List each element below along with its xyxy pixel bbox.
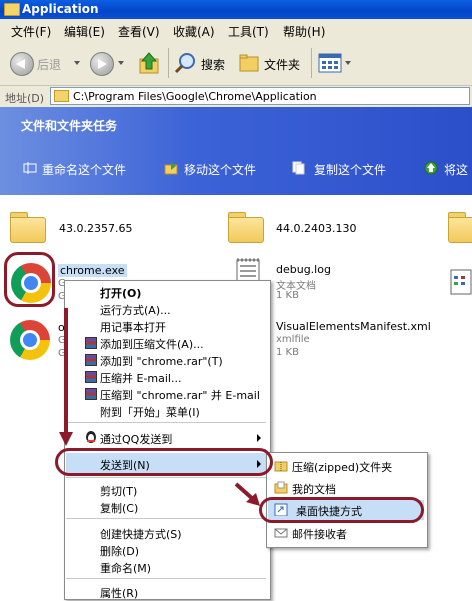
menu-item-pin-start[interactable]: 附到「开始」菜单(I) [100, 404, 200, 420]
rename-icon [23, 162, 37, 174]
file-name[interactable]: debug.log [276, 263, 331, 276]
toolbar: 后退 搜索 文件夹 [0, 42, 472, 86]
winrar-icon [85, 337, 97, 349]
file-icon[interactable] [448, 268, 472, 296]
folder-icon[interactable] [10, 212, 46, 243]
copy-file-icon [292, 161, 305, 175]
menu-item-cut[interactable]: 剪切(T) [100, 483, 137, 499]
winrar-icon [85, 371, 97, 383]
up-folder-icon[interactable] [138, 51, 160, 75]
menu-edit[interactable]: 编辑(E) [64, 23, 105, 40]
zip-folder-icon [274, 461, 288, 472]
task-publish[interactable]: 将这 [444, 161, 468, 178]
file-name[interactable]: chrome.exe [58, 264, 127, 277]
menu-item-add-rar[interactable]: 添加到 "chrome.rar"(T) [100, 353, 223, 369]
menu-item-rename[interactable]: 重命名(M) [100, 560, 151, 576]
menu-item-compress-rar-email[interactable]: 压缩到 "chrome.rar" 并 E-mail [100, 387, 260, 403]
menu-item-run-as[interactable]: 运行方式(A)... [100, 302, 171, 318]
views-icon[interactable] [318, 52, 342, 74]
menu-help[interactable]: 帮助(H) [283, 23, 325, 40]
address-label: 地址(D) [5, 92, 45, 105]
winrar-icon [85, 354, 97, 366]
folder-icon[interactable] [228, 212, 264, 243]
menu-item-add-archive[interactable]: 添加到压缩文件(A)... [100, 336, 204, 352]
task-pane: 文件和文件夹任务 [0, 107, 472, 195]
folder-icon [54, 90, 69, 102]
file-type: xmlfile [276, 334, 310, 345]
submenu-item-zip[interactable]: 压缩(zipped)文件夹 [292, 459, 392, 475]
menu-tools[interactable]: 工具(T) [228, 23, 269, 40]
folders-button-label[interactable]: 文件夹 [264, 56, 300, 73]
submenu-item-my-documents[interactable]: 我的文档 [292, 481, 336, 497]
annotation-highlight [55, 448, 273, 476]
move-file-icon [164, 162, 178, 175]
title-bar: Application [0, 0, 472, 19]
menu-item-properties[interactable]: 属性(R) [100, 585, 138, 601]
menu-item-send-qq[interactable]: 通过QQ发送到 [100, 431, 172, 447]
search-icon[interactable] [174, 52, 198, 74]
qq-penguin-icon [86, 431, 96, 443]
menu-file[interactable]: 文件(F) [11, 23, 51, 40]
annotation-highlight [259, 497, 424, 523]
menu-item-create-shortcut[interactable]: 创建快捷方式(S) [100, 526, 182, 542]
folder-icon [4, 3, 20, 16]
back-button-label[interactable]: 后退 [37, 56, 61, 73]
folder-icon[interactable] [448, 212, 472, 243]
chevron-down-icon[interactable] [118, 61, 124, 65]
chevron-down-icon[interactable] [345, 61, 351, 65]
folder-name[interactable]: 43.0.2357.65 [59, 222, 132, 235]
annotation-highlight [4, 252, 55, 307]
my-documents-icon [274, 481, 288, 494]
menu-bar: 文件(F) 编辑(E) 查看(V) 收藏(A) 工具(T) 帮助(H) [0, 19, 472, 43]
task-move[interactable]: 移动这个文件 [184, 161, 256, 178]
chevron-down-icon[interactable] [74, 61, 80, 65]
address-value: C:\Program Files\Google\Chrome\Applicati… [73, 90, 317, 103]
chrome-icon[interactable] [10, 320, 50, 360]
menu-item-copy[interactable]: 复制(C) [100, 500, 138, 516]
menu-item-compress-email[interactable]: 压缩并 E-mail... [100, 370, 181, 386]
address-input[interactable]: C:\Program Files\Google\Chrome\Applicati… [50, 87, 470, 105]
window-title: Application [22, 2, 99, 16]
task-rename[interactable]: 重命名这个文件 [42, 161, 126, 178]
file-size: 1 KB [276, 290, 299, 301]
publish-icon [424, 161, 438, 175]
task-copy[interactable]: 复制这个文件 [314, 161, 386, 178]
submenu-item-mail-recipient[interactable]: 邮件接收者 [292, 526, 347, 542]
menu-item-open[interactable]: 打开(O) [100, 285, 141, 301]
back-arrow-icon[interactable] [10, 52, 34, 76]
chevron-right-icon [257, 434, 261, 442]
menu-item-open-notepad[interactable]: 用记事本打开 [100, 319, 166, 335]
menu-item-delete[interactable]: 删除(D) [100, 543, 139, 559]
file-name[interactable]: VisualElementsManifest.xml [276, 320, 431, 333]
menu-favorites[interactable]: 收藏(A) [173, 23, 215, 40]
folders-icon[interactable] [238, 52, 260, 74]
mail-icon [274, 528, 288, 538]
menu-view[interactable]: 查看(V) [118, 23, 160, 40]
file-size: 1 KB [276, 347, 299, 358]
task-pane-header: 文件和文件夹任务 [21, 119, 118, 133]
address-bar: 地址(D) C:\Program Files\Google\Chrome\App… [0, 86, 472, 107]
winrar-icon [85, 388, 97, 400]
forward-arrow-icon[interactable] [90, 52, 114, 76]
folder-name[interactable]: 44.0.2403.130 [276, 222, 356, 235]
search-button-label[interactable]: 搜索 [201, 56, 225, 73]
